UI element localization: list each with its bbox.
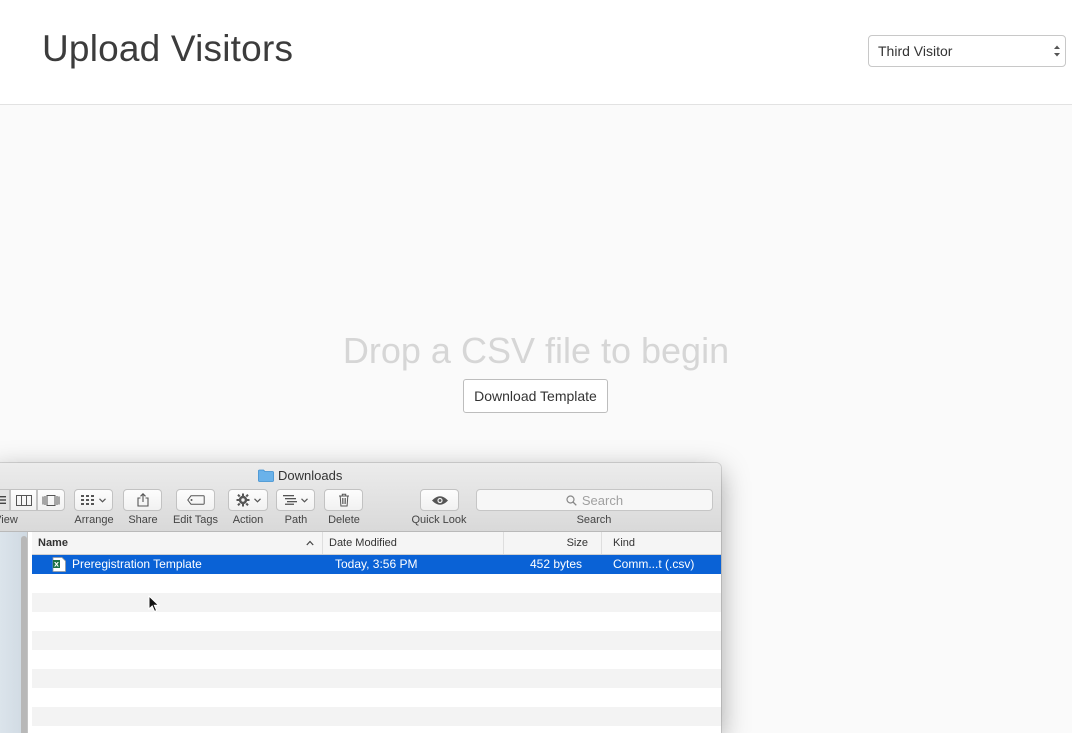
gear-icon: [236, 493, 249, 507]
visitor-select[interactable]: Third Visitor: [868, 35, 1066, 67]
arrange-label: Arrange: [74, 514, 114, 526]
download-template-button[interactable]: Download Template: [463, 379, 608, 413]
delete-label: Delete: [328, 514, 360, 526]
finder-toolbar: Downloads View Arrange: [0, 463, 721, 532]
edit-tags-label: Edit Tags: [172, 514, 219, 526]
search-input[interactable]: Search: [476, 489, 713, 511]
visitor-select-value: Third Visitor: [878, 43, 953, 59]
path-icon: [283, 495, 297, 505]
list-item: [32, 574, 721, 593]
dropzone-message: Drop a CSV file to begin: [342, 330, 730, 371]
view-coverflow-button[interactable]: [37, 489, 65, 511]
grid-arrange-icon: [81, 495, 94, 505]
eye-icon: [431, 495, 448, 505]
chevron-down-icon: [253, 497, 261, 503]
chevron-down-icon: [301, 497, 308, 503]
column-view-icon: [15, 494, 32, 506]
file-list: X Preregistration Template Today, 3:56 P…: [32, 555, 721, 726]
mouse-cursor-icon: [148, 595, 160, 613]
window-title: Downloads: [258, 468, 342, 483]
page-header: Upload Visitors Third Visitor: [0, 0, 1072, 105]
search-placeholder: Search: [581, 492, 624, 508]
view-list-button[interactable]: [0, 489, 10, 511]
column-kind-label: Kind: [613, 537, 636, 549]
action-button[interactable]: [228, 489, 268, 511]
column-size-label: Size: [566, 537, 588, 549]
delete-button[interactable]: [324, 489, 363, 511]
cover-flow-icon: [42, 494, 60, 506]
sidebar-scrollbar[interactable]: [21, 536, 27, 733]
view-columns-button[interactable]: [10, 489, 37, 511]
action-label: Action: [232, 514, 264, 526]
share-icon: [136, 493, 149, 507]
file-kind: Comm...t (.csv): [613, 557, 695, 571]
column-header: Name Date Modified Size Kind: [32, 532, 721, 555]
column-name-label: Name: [38, 537, 68, 549]
list-item: [32, 612, 721, 631]
share-label: Share: [128, 514, 158, 526]
list-item: [32, 707, 721, 726]
share-button[interactable]: [123, 489, 162, 511]
list-view-icon: [0, 496, 6, 504]
edit-tags-button[interactable]: [176, 489, 215, 511]
column-name[interactable]: Name: [32, 532, 323, 554]
file-date-modified: Today, 3:56 PM: [335, 557, 418, 571]
file-name: Preregistration Template: [72, 557, 202, 571]
page-title: Upload Visitors: [42, 28, 294, 69]
sort-ascending-icon: [306, 540, 314, 546]
path-label: Path: [284, 514, 308, 526]
magnifier-icon: [566, 494, 577, 506]
svg-text:X: X: [54, 561, 59, 569]
view-label: View: [0, 514, 18, 526]
column-date-modified-label: Date Modified: [329, 537, 397, 549]
list-item: [32, 650, 721, 669]
excel-file-icon: X: [52, 557, 66, 572]
column-size[interactable]: Size: [504, 532, 602, 554]
file-size: 452 bytes: [530, 557, 583, 571]
select-arrows-icon: [1054, 45, 1060, 57]
tag-icon: [186, 495, 205, 505]
chevron-down-icon: [99, 497, 106, 503]
column-date-modified[interactable]: Date Modified: [323, 532, 504, 554]
window-title-text: Downloads: [278, 468, 343, 483]
finder-window[interactable]: Downloads View Arrange: [0, 463, 721, 733]
path-button[interactable]: [276, 489, 315, 511]
quick-look-button[interactable]: [420, 489, 459, 511]
list-item: [32, 688, 721, 707]
list-item: [32, 669, 721, 688]
search-label: Search: [576, 514, 612, 526]
folder-icon: [258, 469, 274, 482]
table-row[interactable]: X Preregistration Template Today, 3:56 P…: [32, 555, 721, 574]
list-item: [32, 593, 721, 612]
list-item: [32, 631, 721, 650]
trash-icon: [338, 493, 349, 507]
arrange-button[interactable]: [74, 489, 113, 511]
quick-look-label: Quick Look: [411, 514, 467, 526]
column-kind[interactable]: Kind: [602, 532, 721, 554]
